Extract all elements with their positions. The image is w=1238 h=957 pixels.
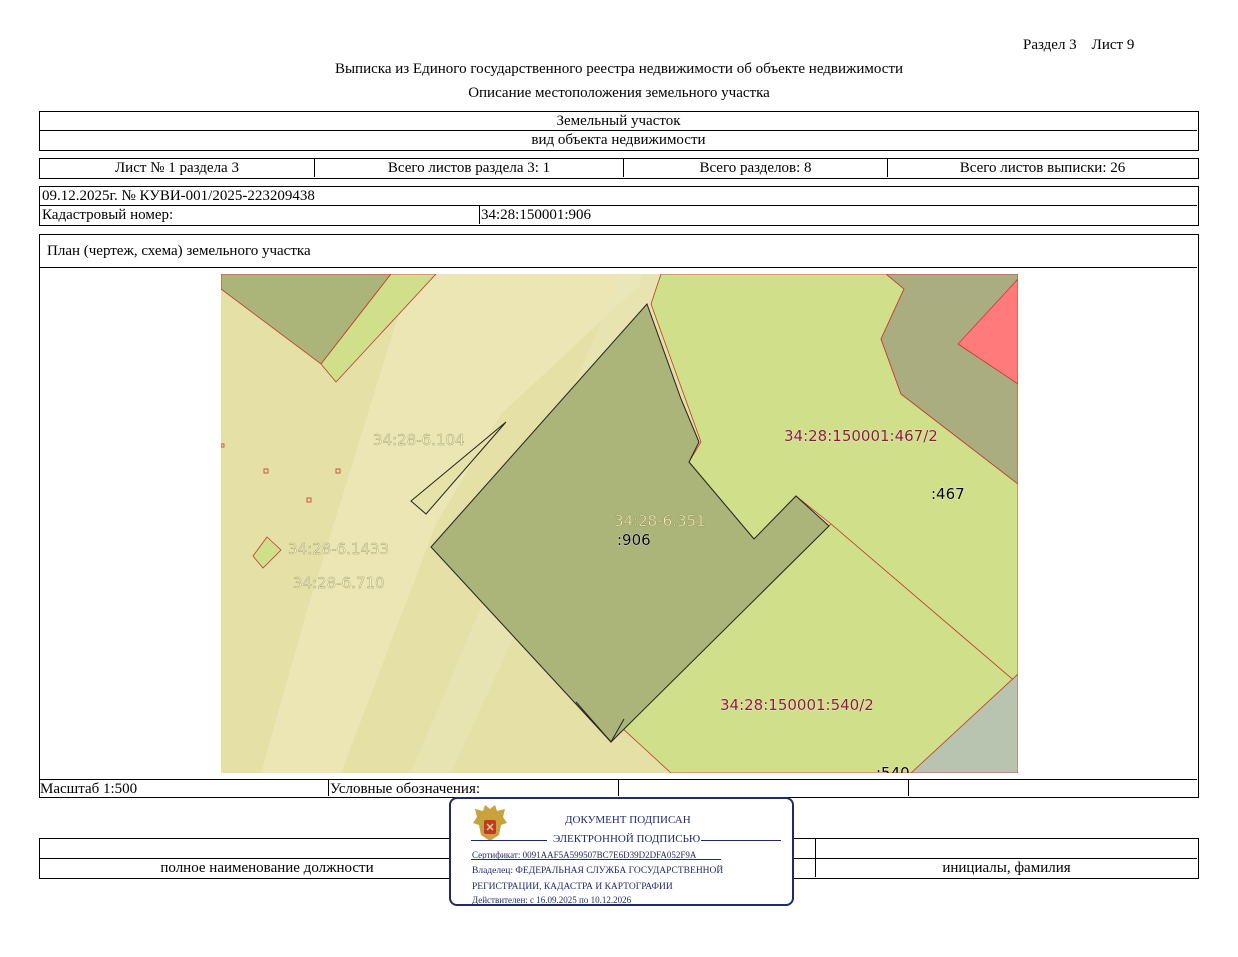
- coat-of-arms-icon: [473, 805, 507, 841]
- label-parcel-540-2: 34:28:150001:540/2: [720, 696, 874, 714]
- label-zone-1433: 34:28-6.1433: [288, 540, 389, 558]
- legend-label: Условные обозначения:: [330, 781, 481, 797]
- signature-valid: Действителен: с 16.09.2025 по 10.12.2026: [472, 895, 632, 905]
- total-sheets-extract: Всего листов выписки: 26: [959, 160, 1126, 176]
- signature-owner2: РЕГИСТРАЦИИ, КАДАСТРА И КАРТОГРАФИИ: [472, 882, 673, 892]
- record-table: 09.12.2025г. № КУВИ-001/2025-223209438 К…: [39, 186, 1199, 226]
- signature-owner1: Владелец: ФЕДЕРАЛЬНАЯ СЛУЖБА ГОСУДАРСТВЕ…: [472, 866, 724, 876]
- label-zone-104: 34:28-6.104: [373, 431, 465, 449]
- plan-caption: План (чертеж, схема) земельного участка: [47, 243, 311, 259]
- sheets-table: Лист № 1 раздела 3 Всего листов раздела …: [39, 158, 1199, 179]
- cadastral-map: 34:28-6.104 34:28-6.351 :906 34:28-6.143…: [221, 274, 1018, 773]
- section-sheet-label: Раздел 3 Лист 9: [1023, 37, 1135, 53]
- signature-stamp: ДОКУМЕНТ ПОДПИСАН ЭЛЕКТРОННОЙ ПОДПИСЬЮ С…: [449, 797, 794, 906]
- total-sections: Всего разделов: 8: [699, 160, 812, 176]
- label-parcel-467: :467: [931, 485, 965, 503]
- name-caption: инициалы, фамилия: [942, 860, 1071, 876]
- position-caption: полное наименование должности: [160, 860, 374, 876]
- cadastral-number-value: 34:28:150001:906: [481, 207, 592, 223]
- object-type-table: Земельный участок вид объекта недвижимос…: [39, 111, 1199, 151]
- total-sheets-section: Всего листов раздела 3: 1: [387, 160, 551, 176]
- label-parcel-467-2: 34:28:150001:467/2: [784, 427, 938, 445]
- document-title: Выписка из Единого государственного реес…: [334, 61, 904, 77]
- object-type: Земельный участок: [556, 113, 681, 129]
- signature-line2: ЭЛЕКТРОННОЙ ПОДПИСЬЮ: [553, 833, 701, 845]
- scale-label: Масштаб 1:500: [40, 781, 138, 797]
- sheet-number: Лист № 1 раздела 3: [115, 160, 239, 176]
- label-zone-351: 34:28-6.351: [614, 512, 706, 530]
- object-type-caption: вид объекта недвижимости: [531, 132, 706, 148]
- cadastral-number-label: Кадастровый номер:: [42, 207, 174, 223]
- label-parcel-906: :906: [617, 531, 651, 549]
- document-subtitle: Описание местоположения земельного участ…: [468, 85, 770, 101]
- signature-line1: ДОКУМЕНТ ПОДПИСАН: [565, 814, 691, 826]
- signature-certificate: Сертификат: 0091AAF5A599507BC7E6D39D2DFA…: [472, 850, 697, 860]
- label-parcel-540: :540: [876, 764, 910, 773]
- label-zone-710: 34:28-6.710: [293, 574, 385, 592]
- record-date-number: 09.12.2025г. № КУВИ-001/2025-223209438: [42, 188, 315, 204]
